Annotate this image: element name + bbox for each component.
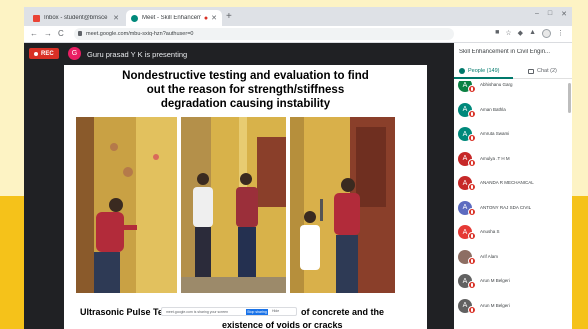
participant-item[interactable]: A Arun M Belgeri — [454, 271, 572, 295]
recording-badge: REC — [29, 48, 59, 59]
window-controls: – □ ✕ — [535, 10, 567, 18]
participant-name: Arun M Belgeri — [480, 302, 510, 308]
participant-name: Amruta Swami — [480, 131, 510, 136]
slide-title-line-3: degradation causing instability — [160, 98, 331, 110]
presenter-avatar: G — [68, 47, 81, 60]
participant-item[interactable]: A Aman Bathla — [454, 100, 572, 124]
browser-window: Inbox - student@bmsce ✕ Meet - Skill Enh… — [24, 7, 572, 329]
participant-name: Arif Alam — [480, 253, 499, 259]
meeting-title: Skill Enhancement in Civil Engin... — [459, 49, 551, 55]
browser-tab-meet[interactable]: Meet - Skill Enhancement ● ✕ — [126, 10, 222, 26]
new-tab-button[interactable]: + — [226, 11, 232, 22]
mic-muted-icon — [468, 134, 476, 142]
address-bar: ← → C meet.google.com/mbu-sxiq-hzn?authu… — [24, 26, 572, 43]
close-tab-icon[interactable]: ✕ — [211, 14, 217, 22]
tab-people[interactable]: People (149) — [459, 68, 500, 74]
slide-photo-2 — [181, 117, 286, 293]
rec-label: REC — [41, 50, 54, 57]
participant-name: Anusha S — [480, 229, 500, 234]
share-banner-text: meet.google.com is sharing your screen — [166, 310, 229, 314]
slide-title: Nondestructive testing and evaluation to… — [74, 69, 417, 111]
participant-item[interactable]: Arif Alam — [454, 247, 572, 271]
tab-chat[interactable]: Chat (2) — [528, 68, 557, 74]
back-button[interactable]: ← — [30, 29, 38, 38]
url-input[interactable]: meet.google.com/mbu-sxiq-hzn?authuser=0 — [74, 28, 454, 40]
tab-strip: Inbox - student@bmsce ✕ Meet - Skill Enh… — [24, 7, 572, 26]
forward-button[interactable]: → — [44, 29, 52, 38]
participant-item[interactable]: A Anusha S — [454, 222, 572, 246]
participant-name: Abhishanu Garg — [480, 82, 513, 87]
camera-icon[interactable]: ■ — [495, 29, 499, 38]
browser-tab-gmail[interactable]: Inbox - student@bmsce ✕ — [28, 10, 124, 26]
menu-icon[interactable]: ⋮ — [557, 29, 564, 38]
slide-photo-1 — [76, 117, 177, 293]
slide-photo-3 — [290, 117, 395, 293]
mic-muted-icon — [468, 281, 476, 289]
mic-muted-icon — [468, 232, 476, 240]
presentation-slide: Nondestructive testing and evaluation to… — [64, 65, 427, 329]
close-window-button[interactable]: ✕ — [561, 10, 567, 18]
toolbar-icons: ■ ☆ ◆ ▲ ⋮ — [495, 29, 564, 38]
participant-item[interactable]: A Amulya .T H M — [454, 149, 572, 173]
people-icon — [459, 68, 465, 74]
profile-avatar[interactable] — [542, 29, 551, 38]
tab-title: Inbox - student@bmsce — [44, 15, 108, 21]
mic-muted-icon — [468, 207, 476, 216]
active-tab-indicator — [454, 77, 513, 79]
people-panel: Skill Enhancement in Civil Engin... Peop… — [454, 43, 572, 329]
extension-icon[interactable]: ◆ — [518, 29, 523, 38]
star-icon[interactable]: ☆ — [505, 29, 511, 38]
recording-tab-icon: ● — [203, 14, 209, 22]
participant-name: Arun M Belgeri — [480, 278, 510, 283]
hide-banner-button[interactable]: Hide — [272, 309, 279, 313]
extension-icon-2[interactable]: ▲ — [529, 29, 536, 38]
meet-icon — [131, 14, 138, 22]
participant-item[interactable]: A ANTONY RAJ SDA CIVIL — [454, 198, 572, 222]
presenter-status: Guru prasad Y K is presenting — [87, 50, 188, 59]
participant-item[interactable]: A ANANDA R MECHANICAL — [454, 173, 572, 197]
participant-list: A Abhishanu Garg A Aman Bathla A Amruta Swami… — [454, 81, 572, 329]
minimize-button[interactable]: – — [535, 10, 539, 18]
meeting-header: REC G Guru prasad Y K is presenting — [24, 43, 454, 65]
tab-people-label: People (149) — [468, 68, 500, 74]
screen-share-banner: meet.google.com is sharing your screen S… — [161, 307, 297, 316]
tab-chat-label: Chat (2) — [537, 68, 557, 74]
caption-left: Ultrasonic Pulse Test — [80, 307, 171, 317]
participant-name: ANANDA R MECHANICAL — [480, 180, 534, 185]
mic-muted-icon — [468, 183, 476, 191]
lock-icon — [78, 31, 82, 36]
participant-item[interactable]: A Amruta Swami — [454, 124, 572, 148]
mic-muted-icon — [468, 158, 476, 167]
mic-muted-icon — [468, 256, 476, 265]
participant-name: Aman Bathla — [480, 106, 506, 112]
mic-muted-icon — [468, 305, 476, 314]
record-dot-icon — [34, 51, 38, 56]
tab-title: Meet - Skill Enhancement — [142, 15, 201, 21]
url-text: meet.google.com/mbu-sxiq-hzn?authuser=0 — [86, 31, 194, 37]
slide-title-line-2: out the reason for strength/stiffness — [146, 84, 345, 96]
chat-icon — [528, 68, 534, 74]
gmail-icon — [33, 14, 40, 22]
participant-item[interactable]: A Abhishanu Garg — [454, 81, 572, 99]
participant-scrollbar[interactable] — [568, 83, 571, 113]
stop-sharing-button[interactable]: Stop sharing — [246, 309, 268, 315]
caption-right: of concrete and the — [301, 307, 385, 317]
maximize-button[interactable]: □ — [548, 10, 552, 18]
caption-line-2: existence of voids or cracks — [222, 320, 343, 329]
mic-muted-icon — [468, 109, 476, 118]
close-tab-icon[interactable]: ✕ — [113, 14, 119, 22]
reload-button[interactable]: C — [58, 29, 64, 38]
slide-title-line-1: Nondestructive testing and evaluation to… — [122, 70, 369, 82]
panel-tabs: People (149) Chat (2) — [454, 65, 572, 79]
participant-name: ANTONY RAJ SDA CIVIL — [480, 204, 532, 210]
mic-muted-icon — [468, 85, 476, 93]
participant-name: Amulya .T H M — [480, 155, 510, 161]
participant-item[interactable]: A Arun M Belgeri — [454, 296, 572, 320]
